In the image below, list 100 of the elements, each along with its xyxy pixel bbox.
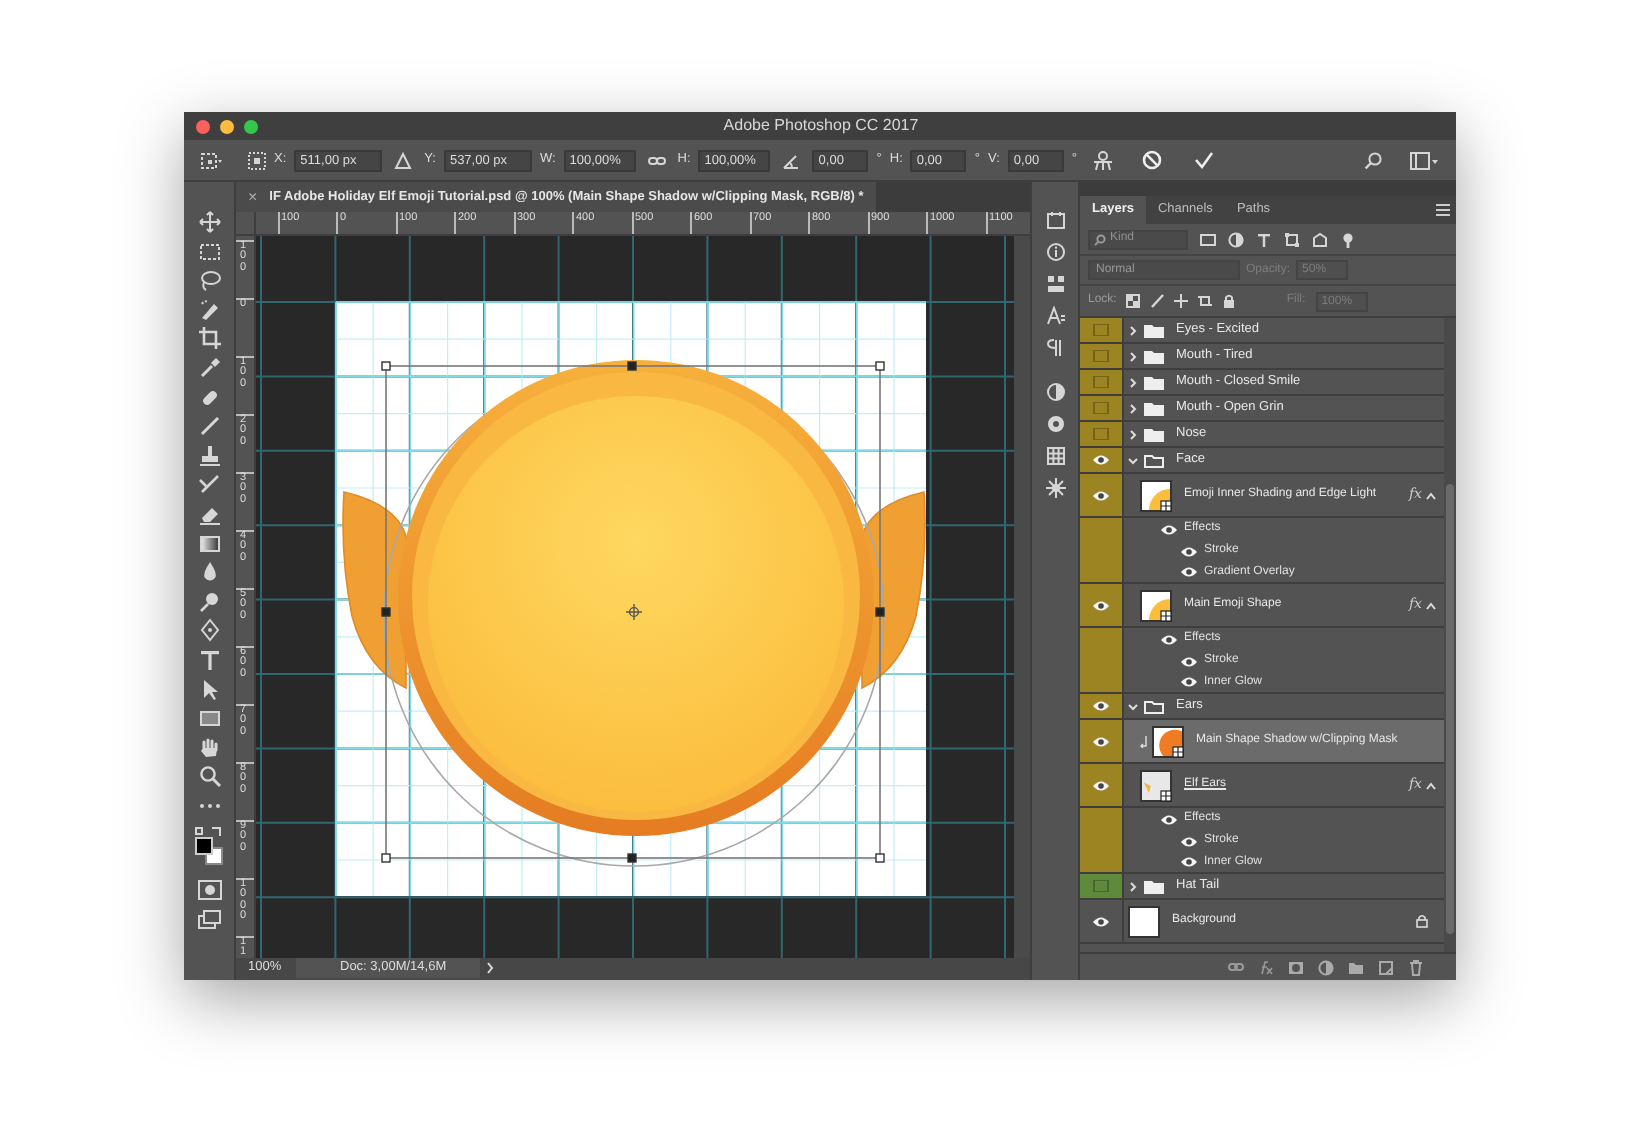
- lasso-icon[interactable]: [197, 268, 221, 293]
- link-icon[interactable]: [1228, 959, 1244, 975]
- crosshair-icon[interactable]: [625, 602, 643, 620]
- type-tool-icon[interactable]: [197, 647, 221, 672]
- fx-icon[interactable]: [1258, 959, 1274, 975]
- visibility-toggle[interactable]: [1092, 880, 1110, 892]
- eye-icon[interactable]: [1092, 599, 1110, 611]
- styles-icon[interactable]: [1045, 414, 1065, 434]
- stamp-icon[interactable]: [197, 443, 221, 468]
- eye-icon[interactable]: [1180, 676, 1198, 688]
- caret-up-icon[interactable]: [1426, 491, 1436, 499]
- chevron-down-icon[interactable]: [1128, 701, 1138, 711]
- move-icon[interactable]: [1174, 294, 1189, 308]
- search-icon[interactable]: [1364, 151, 1382, 169]
- eye-icon[interactable]: [1092, 700, 1110, 712]
- brush-icon[interactable]: [1150, 294, 1165, 308]
- color-swatches-icon[interactable]: [193, 826, 225, 867]
- new-layer-icon[interactable]: [1378, 959, 1394, 975]
- eye-icon[interactable]: [1160, 813, 1178, 825]
- chevron-right-icon[interactable]: [1128, 351, 1138, 361]
- artboard-icon[interactable]: [1198, 294, 1213, 308]
- tab-close[interactable]: ×: [248, 185, 258, 209]
- trash-icon[interactable]: [1408, 959, 1424, 975]
- chevron-right-icon[interactable]: [1128, 377, 1138, 387]
- gradient-icon[interactable]: [197, 531, 221, 556]
- mask-icon[interactable]: [1288, 959, 1304, 975]
- visibility-toggle[interactable]: [1092, 324, 1110, 336]
- eye-icon[interactable]: [1092, 489, 1110, 501]
- folder-icon: [1144, 699, 1164, 713]
- type-filter-icon[interactable]: [1256, 231, 1272, 247]
- lock-pixels-icon[interactable]: [1126, 294, 1141, 308]
- visibility-toggle[interactable]: [1092, 428, 1110, 440]
- eye-icon[interactable]: [1180, 856, 1198, 868]
- warp-icon[interactable]: [1091, 149, 1114, 171]
- chevron-right-icon[interactable]: [1128, 325, 1138, 335]
- move-icon[interactable]: [197, 210, 221, 234]
- brush-icon[interactable]: [197, 414, 221, 439]
- visibility-toggle[interactable]: [1092, 402, 1110, 414]
- chevron-right-icon[interactable]: [486, 962, 494, 975]
- marquee-icon[interactable]: [197, 239, 221, 264]
- cancel-icon[interactable]: [1141, 150, 1162, 170]
- dodge-icon[interactable]: [197, 589, 221, 614]
- eye-icon[interactable]: [1092, 915, 1110, 927]
- history-brush-icon[interactable]: [197, 472, 221, 497]
- eye-icon[interactable]: [1092, 735, 1110, 747]
- filter-toggle-icon[interactable]: [1340, 231, 1356, 247]
- quick-mask-icon[interactable]: [197, 880, 221, 901]
- checkmark-icon[interactable]: [1193, 150, 1214, 170]
- pen-icon[interactable]: [197, 618, 221, 643]
- workspace-icon[interactable]: [1410, 151, 1440, 169]
- smart-object-filter-icon[interactable]: [1312, 231, 1328, 247]
- visibility-toggle[interactable]: [1092, 376, 1110, 388]
- info-icon[interactable]: [1045, 242, 1065, 262]
- search-icon: [1094, 233, 1106, 245]
- menu-icon[interactable]: [1436, 204, 1450, 216]
- chevron-right-icon[interactable]: [1128, 403, 1138, 413]
- lock-icon[interactable]: [1222, 294, 1237, 308]
- folder-icon[interactable]: [1348, 959, 1364, 975]
- eye-icon[interactable]: [1160, 633, 1178, 645]
- eye-icon[interactable]: [1092, 454, 1110, 466]
- rectangle-icon[interactable]: [197, 706, 221, 731]
- adjustment-filter-icon[interactable]: [1228, 231, 1244, 247]
- eye-icon[interactable]: [1160, 523, 1178, 535]
- close-window-button[interactable]: [196, 119, 210, 133]
- character-icon[interactable]: [1045, 306, 1065, 326]
- hand-icon[interactable]: [197, 735, 221, 760]
- angle-icon: [782, 151, 801, 169]
- zoom-window-button[interactable]: [244, 119, 258, 133]
- eye-icon[interactable]: [1180, 835, 1198, 847]
- paragraph-icon[interactable]: [1045, 338, 1065, 358]
- minimize-window-button[interactable]: [220, 119, 234, 133]
- eye-icon[interactable]: [1180, 655, 1198, 667]
- quick-selection-icon[interactable]: [197, 297, 221, 322]
- transform-icon[interactable]: [200, 151, 224, 169]
- eye-icon[interactable]: [1092, 779, 1110, 791]
- eye-icon[interactable]: [1180, 566, 1198, 578]
- crop-icon[interactable]: [197, 326, 221, 351]
- chevron-down-icon[interactable]: [1128, 455, 1138, 465]
- visibility-toggle[interactable]: [1092, 350, 1110, 362]
- caret-up-icon[interactable]: [1426, 601, 1436, 609]
- zoom-icon[interactable]: [197, 764, 221, 789]
- shape-filter-icon[interactable]: [1284, 231, 1300, 247]
- eyedropper-icon[interactable]: [197, 355, 221, 380]
- libraries-icon[interactable]: [1045, 274, 1065, 294]
- image-filter-icon[interactable]: [1200, 231, 1216, 247]
- navigator-icon[interactable]: [1045, 478, 1065, 498]
- caret-up-icon[interactable]: [1426, 781, 1436, 789]
- adjustment-layer-icon[interactable]: [1318, 959, 1334, 975]
- chevron-right-icon[interactable]: [1128, 429, 1138, 439]
- scrollbar[interactable]: [1014, 235, 1030, 957]
- reference-point-icon[interactable]: [248, 151, 266, 169]
- swatches-icon[interactable]: [1045, 446, 1065, 466]
- screen-mode-icon[interactable]: [197, 909, 221, 930]
- adjustments-icon[interactable]: [1045, 382, 1065, 402]
- chevron-right-icon[interactable]: [1128, 881, 1138, 891]
- history-icon[interactable]: [1045, 210, 1065, 230]
- smart-object-icon: [1172, 745, 1184, 757]
- eye-icon[interactable]: [1180, 545, 1198, 557]
- delta-icon: [394, 151, 413, 169]
- scrollbar[interactable]: [1444, 318, 1456, 952]
